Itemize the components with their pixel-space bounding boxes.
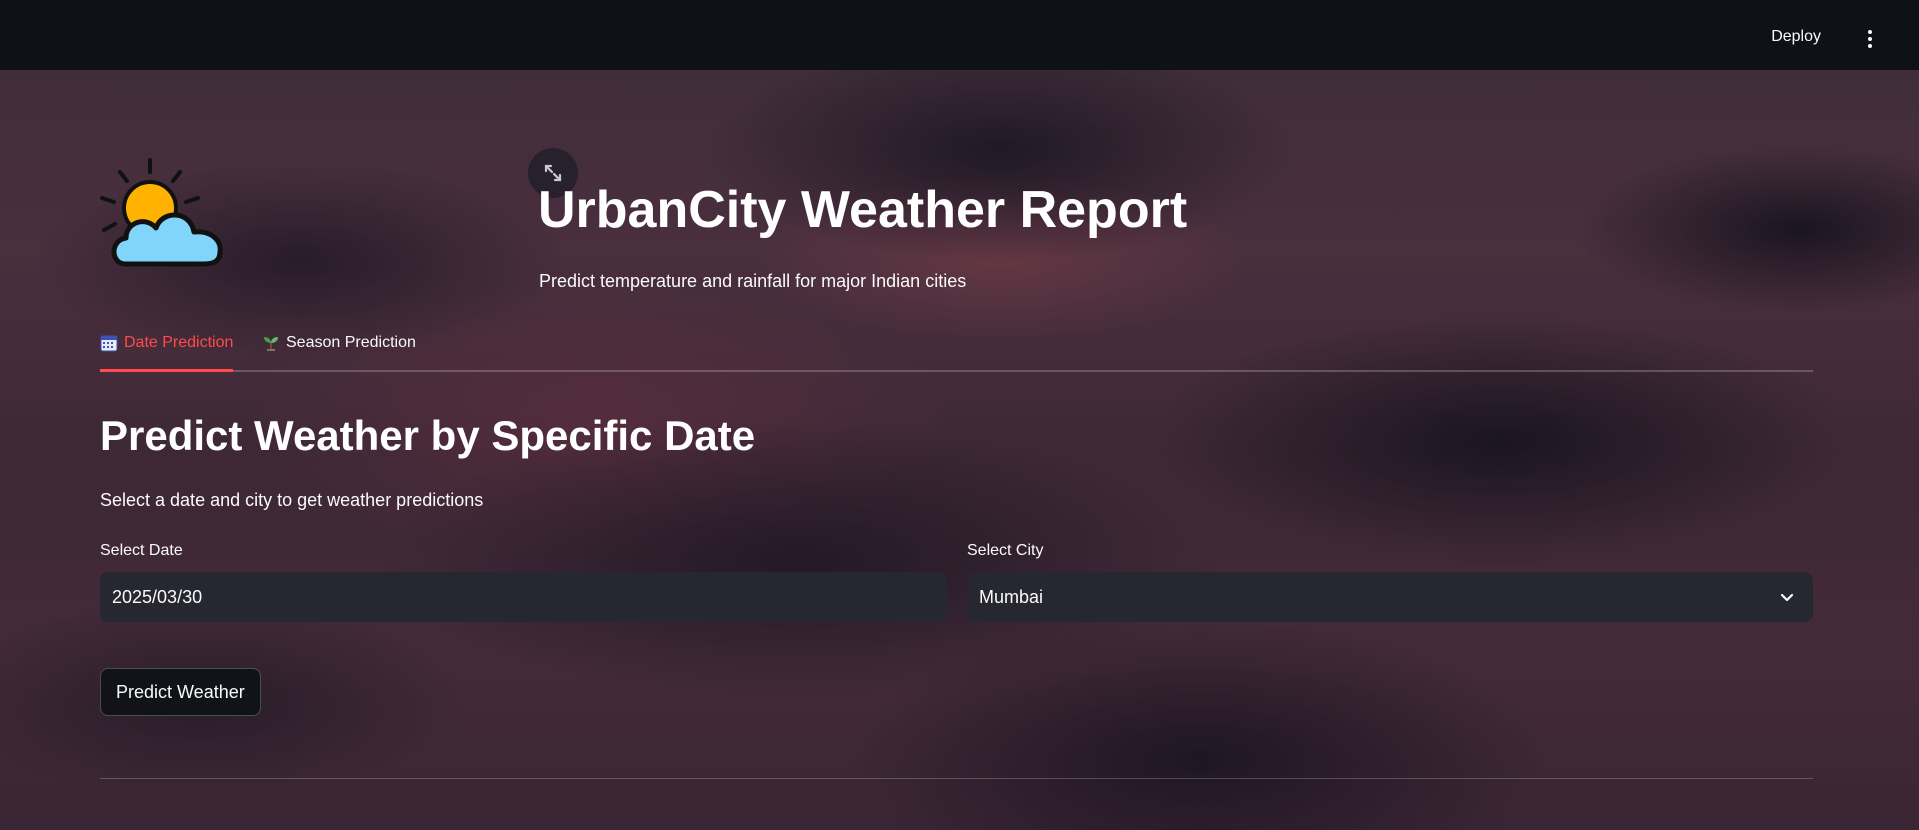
- chevron-down-icon: [1780, 593, 1794, 602]
- section-heading: Predict Weather by Specific Date: [100, 412, 756, 459]
- section-description: Select a date and city to get weather pr…: [100, 490, 484, 510]
- tab-label: Date Prediction: [124, 334, 234, 351]
- top-toolbar: Deploy: [0, 0, 1919, 70]
- predict-weather-button[interactable]: Predict Weather: [100, 668, 261, 716]
- kebab-menu-icon[interactable]: [1861, 28, 1879, 50]
- seedling-icon: [262, 334, 280, 352]
- tab-date-prediction[interactable]: Date Prediction: [100, 330, 234, 372]
- date-field-label: Select Date: [100, 542, 183, 559]
- sun-behind-cloud-icon: [100, 158, 223, 267]
- page-subtitle: Predict temperature and rainfall for maj…: [539, 271, 967, 291]
- city-select[interactable]: Mumbai: [967, 572, 1813, 622]
- calendar-icon: [100, 334, 118, 352]
- tab-bar: Date Prediction Season Prediction: [100, 330, 1813, 372]
- page-title: UrbanCity Weather Report: [538, 181, 1188, 239]
- divider: [100, 778, 1813, 779]
- date-input-value: 2025/03/30: [112, 586, 203, 607]
- date-input[interactable]: 2025/03/30: [100, 572, 947, 622]
- city-select-value: Mumbai: [979, 586, 1044, 607]
- tab-label: Season Prediction: [286, 334, 416, 351]
- city-field-label: Select City: [967, 542, 1044, 559]
- deploy-button[interactable]: Deploy: [1771, 28, 1821, 46]
- tab-season-prediction[interactable]: Season Prediction: [262, 330, 416, 368]
